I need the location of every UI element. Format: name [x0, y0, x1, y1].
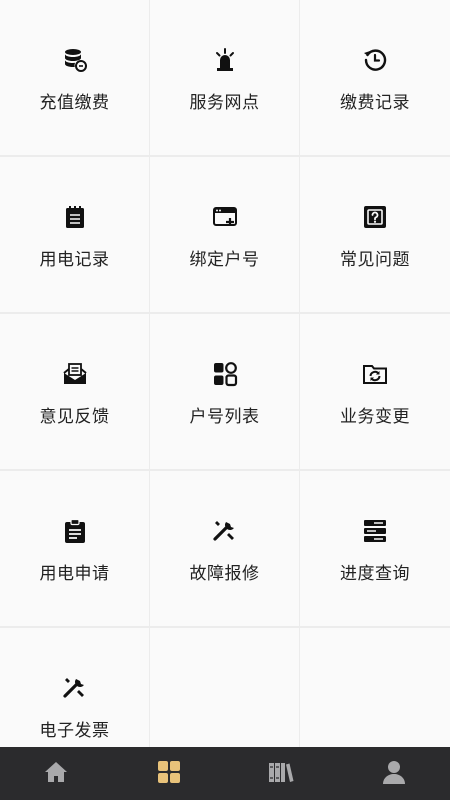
tab-services[interactable]: [113, 747, 226, 800]
siren-light-icon: [211, 46, 239, 74]
question-box-icon: [361, 203, 389, 231]
grid-item-e-invoice[interactable]: 电子发票: [0, 628, 149, 747]
home-icon: [43, 759, 69, 789]
grid-item-faq[interactable]: 常见问题: [300, 157, 450, 312]
grid-item-bind-account[interactable]: 绑定户号: [150, 157, 299, 312]
grid-item-payment-records[interactable]: 缴费记录: [300, 0, 450, 155]
grid-item-label: 用电记录: [39, 250, 110, 270]
user-icon: [381, 759, 407, 789]
notepad-icon: [61, 203, 89, 231]
grid-item-label: 服务网点: [189, 93, 260, 113]
tab-profile[interactable]: [338, 747, 450, 800]
apps-grid-icon: [211, 360, 239, 388]
clipboard-text-icon: [61, 517, 89, 545]
grid-item-label: 户号列表: [189, 407, 260, 427]
grid-item-recharge[interactable]: 充值缴费: [0, 0, 149, 155]
tools-wrench-icon: [61, 674, 89, 702]
mail-tray-icon: [61, 360, 89, 388]
tab-home[interactable]: [0, 747, 113, 800]
grid-item-label: 绑定户号: [189, 250, 260, 270]
grid-item-label: 缴费记录: [340, 93, 410, 113]
service-grid: 充值缴费 服务网点 缴费记录 用电记录 绑定户号 常见问题 意见反馈 户号列表 …: [0, 0, 450, 747]
grid-item-label: 电子发票: [39, 721, 110, 741]
grid-item-empty: [150, 628, 299, 747]
grid-item-fault-repair[interactable]: 故障报修: [150, 471, 299, 626]
grid-item-label: 常见问题: [340, 250, 410, 270]
grid-item-business-change[interactable]: 业务变更: [300, 314, 450, 469]
bottom-tab-bar: [0, 747, 450, 800]
database-coins-icon: [61, 46, 89, 74]
grid-item-service-outlets[interactable]: 服务网点: [150, 0, 299, 155]
grid-item-label: 业务变更: [340, 407, 410, 427]
tab-library[interactable]: [225, 747, 338, 800]
window-plus-icon: [211, 203, 239, 231]
grid-item-label: 故障报修: [189, 564, 260, 584]
history-clock-icon: [361, 46, 389, 74]
grid-item-account-list[interactable]: 户号列表: [150, 314, 299, 469]
grid-item-progress-query[interactable]: 进度查询: [300, 471, 450, 626]
folder-sync-icon: [361, 360, 389, 388]
grid-item-label: 用电申请: [39, 564, 110, 584]
books-icon: [268, 759, 294, 789]
server-stack-icon: [361, 517, 389, 545]
grid-item-label: 意见反馈: [39, 407, 110, 427]
grid-item-feedback[interactable]: 意见反馈: [0, 314, 149, 469]
grid-icon: [156, 759, 182, 789]
tools-wrench-icon: [211, 517, 239, 545]
grid-item-label: 充值缴费: [39, 93, 110, 113]
grid-item-power-application[interactable]: 用电申请: [0, 471, 149, 626]
grid-item-usage-records[interactable]: 用电记录: [0, 157, 149, 312]
grid-item-empty: [300, 628, 450, 747]
grid-item-label: 进度查询: [340, 564, 410, 584]
